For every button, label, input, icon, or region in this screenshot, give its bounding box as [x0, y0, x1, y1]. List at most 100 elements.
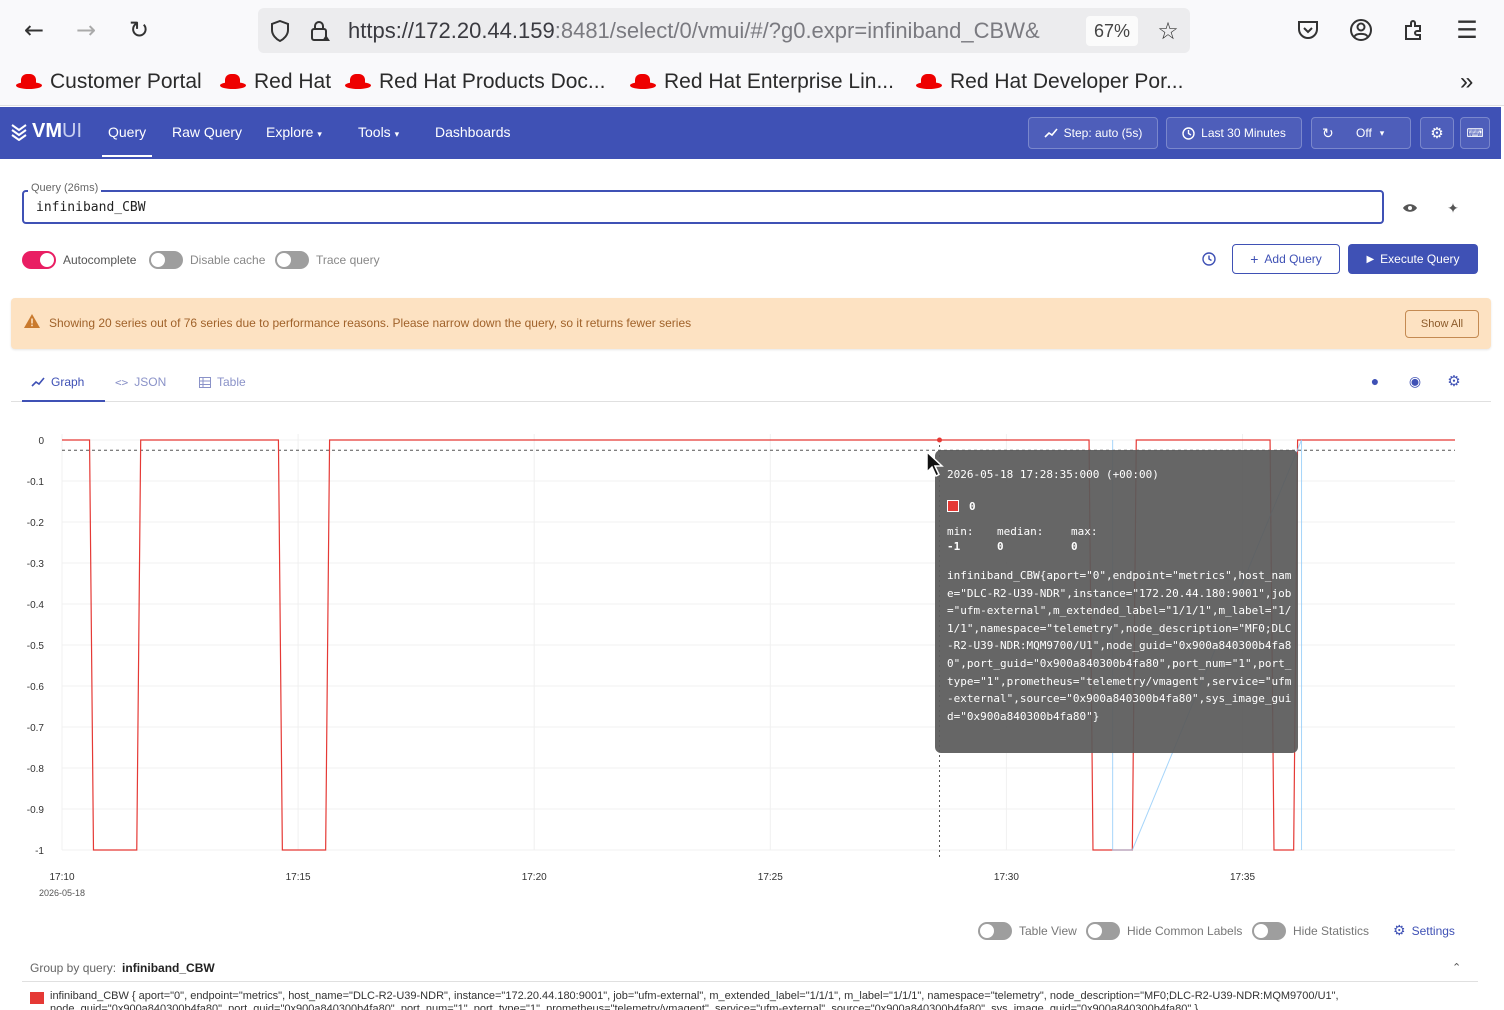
- bookmarks-bar: Customer Portal Red Hat Red Hat Products…: [0, 62, 1504, 106]
- more-bookmarks-icon[interactable]: »: [1460, 68, 1473, 96]
- add-query-button[interactable]: + Add Query: [1232, 244, 1340, 274]
- table-view-label: Table View: [1019, 924, 1077, 938]
- eye-icon[interactable]: [1400, 198, 1420, 218]
- redhat-icon: [630, 74, 656, 90]
- legend-settings-button[interactable]: ⚙ Settings: [1393, 922, 1455, 939]
- menu-raw-query[interactable]: Raw Query: [172, 124, 242, 140]
- hide-statistics-toggle[interactable]: [1252, 922, 1286, 940]
- chart-tooltip: 2026-05-18 17:28:35:000 (+00:00) 0 min: -…: [935, 450, 1298, 753]
- legend-item[interactable]: infiniband_CBW { aport="0", endpoint="me…: [30, 990, 1470, 1010]
- mouse-cursor-icon: [926, 450, 944, 478]
- query-label: Query (26ms): [28, 182, 102, 194]
- menu-explore[interactable]: Explore ▾: [266, 124, 322, 140]
- execute-query-button[interactable]: ▶ Execute Query: [1348, 244, 1478, 274]
- y-tick-label: 0: [38, 436, 44, 447]
- query-input[interactable]: infiniband_CBW: [22, 190, 1384, 224]
- extensions-icon[interactable]: [1400, 16, 1428, 44]
- lock-icon[interactable]: [306, 17, 334, 45]
- redhat-icon: [345, 74, 371, 90]
- bookmark-red-hat-developer-portal[interactable]: Red Hat Developer Por...: [916, 70, 1183, 94]
- bookmark-red-hat-enterprise-linux[interactable]: Red Hat Enterprise Lin...: [630, 70, 894, 94]
- menu-tools[interactable]: Tools ▾: [358, 124, 399, 140]
- bookmark-customer-portal[interactable]: Customer Portal: [16, 70, 202, 94]
- tooltip-max: max: 0: [1071, 525, 1098, 553]
- y-tick-label: -0.2: [27, 518, 45, 529]
- disable-cache-toggle[interactable]: [149, 251, 183, 269]
- keyboard-icon[interactable]: ⌨: [1460, 117, 1490, 149]
- legend-label: infiniband_CBW { aport="0", endpoint="me…: [50, 990, 1339, 1010]
- x-tick-label: 17:10: [49, 872, 74, 883]
- back-icon[interactable]: ←: [20, 16, 48, 44]
- tooltip-value: 0: [969, 500, 976, 513]
- legend-divider: [22, 981, 1478, 982]
- y-tick-label: -0.3: [27, 559, 45, 570]
- legend-color-swatch: [30, 992, 44, 1004]
- bookmark-star-icon[interactable]: ☆: [1154, 17, 1182, 45]
- disable-cache-label: Disable cache: [190, 253, 266, 267]
- bookmark-red-hat-products-doc[interactable]: Red Hat Products Doc...: [345, 70, 605, 94]
- tooltip-median: median: 0: [997, 525, 1044, 553]
- sparkle-icon[interactable]: ✦: [1443, 198, 1463, 218]
- y-tick-label: -0.9: [27, 805, 45, 816]
- show-all-button[interactable]: Show All: [1405, 310, 1479, 338]
- account-icon[interactable]: [1347, 16, 1375, 44]
- y-tick-label: -0.1: [27, 477, 45, 488]
- group-by-query: Group by query: infiniband_CBW: [30, 961, 215, 975]
- auto-refresh-button[interactable]: ↻ Off ▾: [1311, 117, 1411, 149]
- step-button[interactable]: Step: auto (5s): [1028, 117, 1158, 149]
- trend-icon: [1044, 128, 1058, 138]
- x-tick-label: 17:25: [758, 872, 783, 883]
- y-tick-label: -0.4: [27, 600, 45, 611]
- tab-graph[interactable]: Graph: [31, 375, 84, 389]
- autocomplete-label: Autocomplete: [63, 253, 137, 267]
- menu-dashboards[interactable]: Dashboards: [435, 124, 511, 140]
- y-tick-label: -0.6: [27, 682, 45, 693]
- hide-statistics-label: Hide Statistics: [1293, 924, 1370, 938]
- app-header: VM UI Query Raw Query Explore ▾ Tools ▾ D…: [0, 107, 1501, 159]
- tooltip-min: min: -1: [947, 525, 974, 553]
- hide-common-labels-label: Hide Common Labels: [1127, 924, 1243, 938]
- time-range-button[interactable]: Last 30 Minutes: [1166, 117, 1302, 149]
- url-bar[interactable]: https://172.20.44.159:8481/select/0/vmui…: [258, 8, 1190, 53]
- x-tick-label: 17:15: [286, 872, 311, 883]
- reload-icon[interactable]: ↻: [125, 16, 153, 44]
- tab-json[interactable]: <> JSON: [115, 375, 166, 389]
- forward-icon[interactable]: →: [72, 16, 100, 44]
- browser-toolbar: ← → ↻ https://172.20.44.159:8481/select/…: [0, 0, 1504, 62]
- redhat-icon: [220, 74, 246, 90]
- warning-banner: Showing 20 series out of 76 series due t…: [11, 298, 1491, 349]
- warning-icon: [23, 313, 41, 334]
- display-tabs: Graph <> JSON Table ● ◉ ⚙: [11, 365, 1491, 402]
- pocket-icon[interactable]: [1294, 16, 1322, 44]
- menu-icon[interactable]: ☰: [1453, 16, 1481, 44]
- zoom-level[interactable]: 67%: [1086, 16, 1138, 46]
- lightbulb-icon[interactable]: ◉: [1405, 371, 1425, 391]
- trace-query-label: Trace query: [316, 253, 380, 267]
- bookmark-red-hat[interactable]: Red Hat: [220, 70, 331, 94]
- history-icon[interactable]: [1199, 249, 1219, 269]
- x-tick-label: 17:30: [994, 872, 1019, 883]
- tooltip-date: 2026-05-18 17:28:35:000 (+00:00): [947, 468, 1159, 481]
- trace-query-toggle[interactable]: [275, 251, 309, 269]
- refresh-icon: ↻: [1322, 124, 1334, 141]
- tooltip-labels: infiniband_CBW{aport="0",endpoint="metri…: [947, 569, 1292, 723]
- vmui-logo[interactable]: VM UI: [10, 120, 82, 143]
- bug-icon[interactable]: ●: [1365, 371, 1385, 391]
- cursor-point: [937, 437, 943, 443]
- redhat-icon: [916, 74, 942, 90]
- redhat-icon: [16, 74, 42, 90]
- y-tick-label: -0.7: [27, 723, 45, 734]
- shield-icon[interactable]: [266, 17, 294, 45]
- menu-query[interactable]: Query: [101, 124, 153, 157]
- query-value[interactable]: infiniband_CBW: [36, 200, 146, 215]
- table-view-toggle[interactable]: [978, 922, 1012, 940]
- collapse-icon[interactable]: ⌃: [1452, 961, 1461, 974]
- url-text[interactable]: https://172.20.44.159:8481/select/0/vmui…: [348, 18, 1040, 44]
- x-date-label: 2026-05-18: [39, 888, 85, 898]
- settings-gear-icon[interactable]: ⚙: [1420, 117, 1454, 149]
- hide-common-labels-toggle[interactable]: [1086, 922, 1120, 940]
- tab-table[interactable]: Table: [199, 375, 246, 389]
- autocomplete-toggle[interactable]: [22, 251, 56, 269]
- graph-settings-icon[interactable]: ⚙: [1444, 371, 1464, 391]
- y-tick-label: -0.5: [27, 641, 45, 652]
